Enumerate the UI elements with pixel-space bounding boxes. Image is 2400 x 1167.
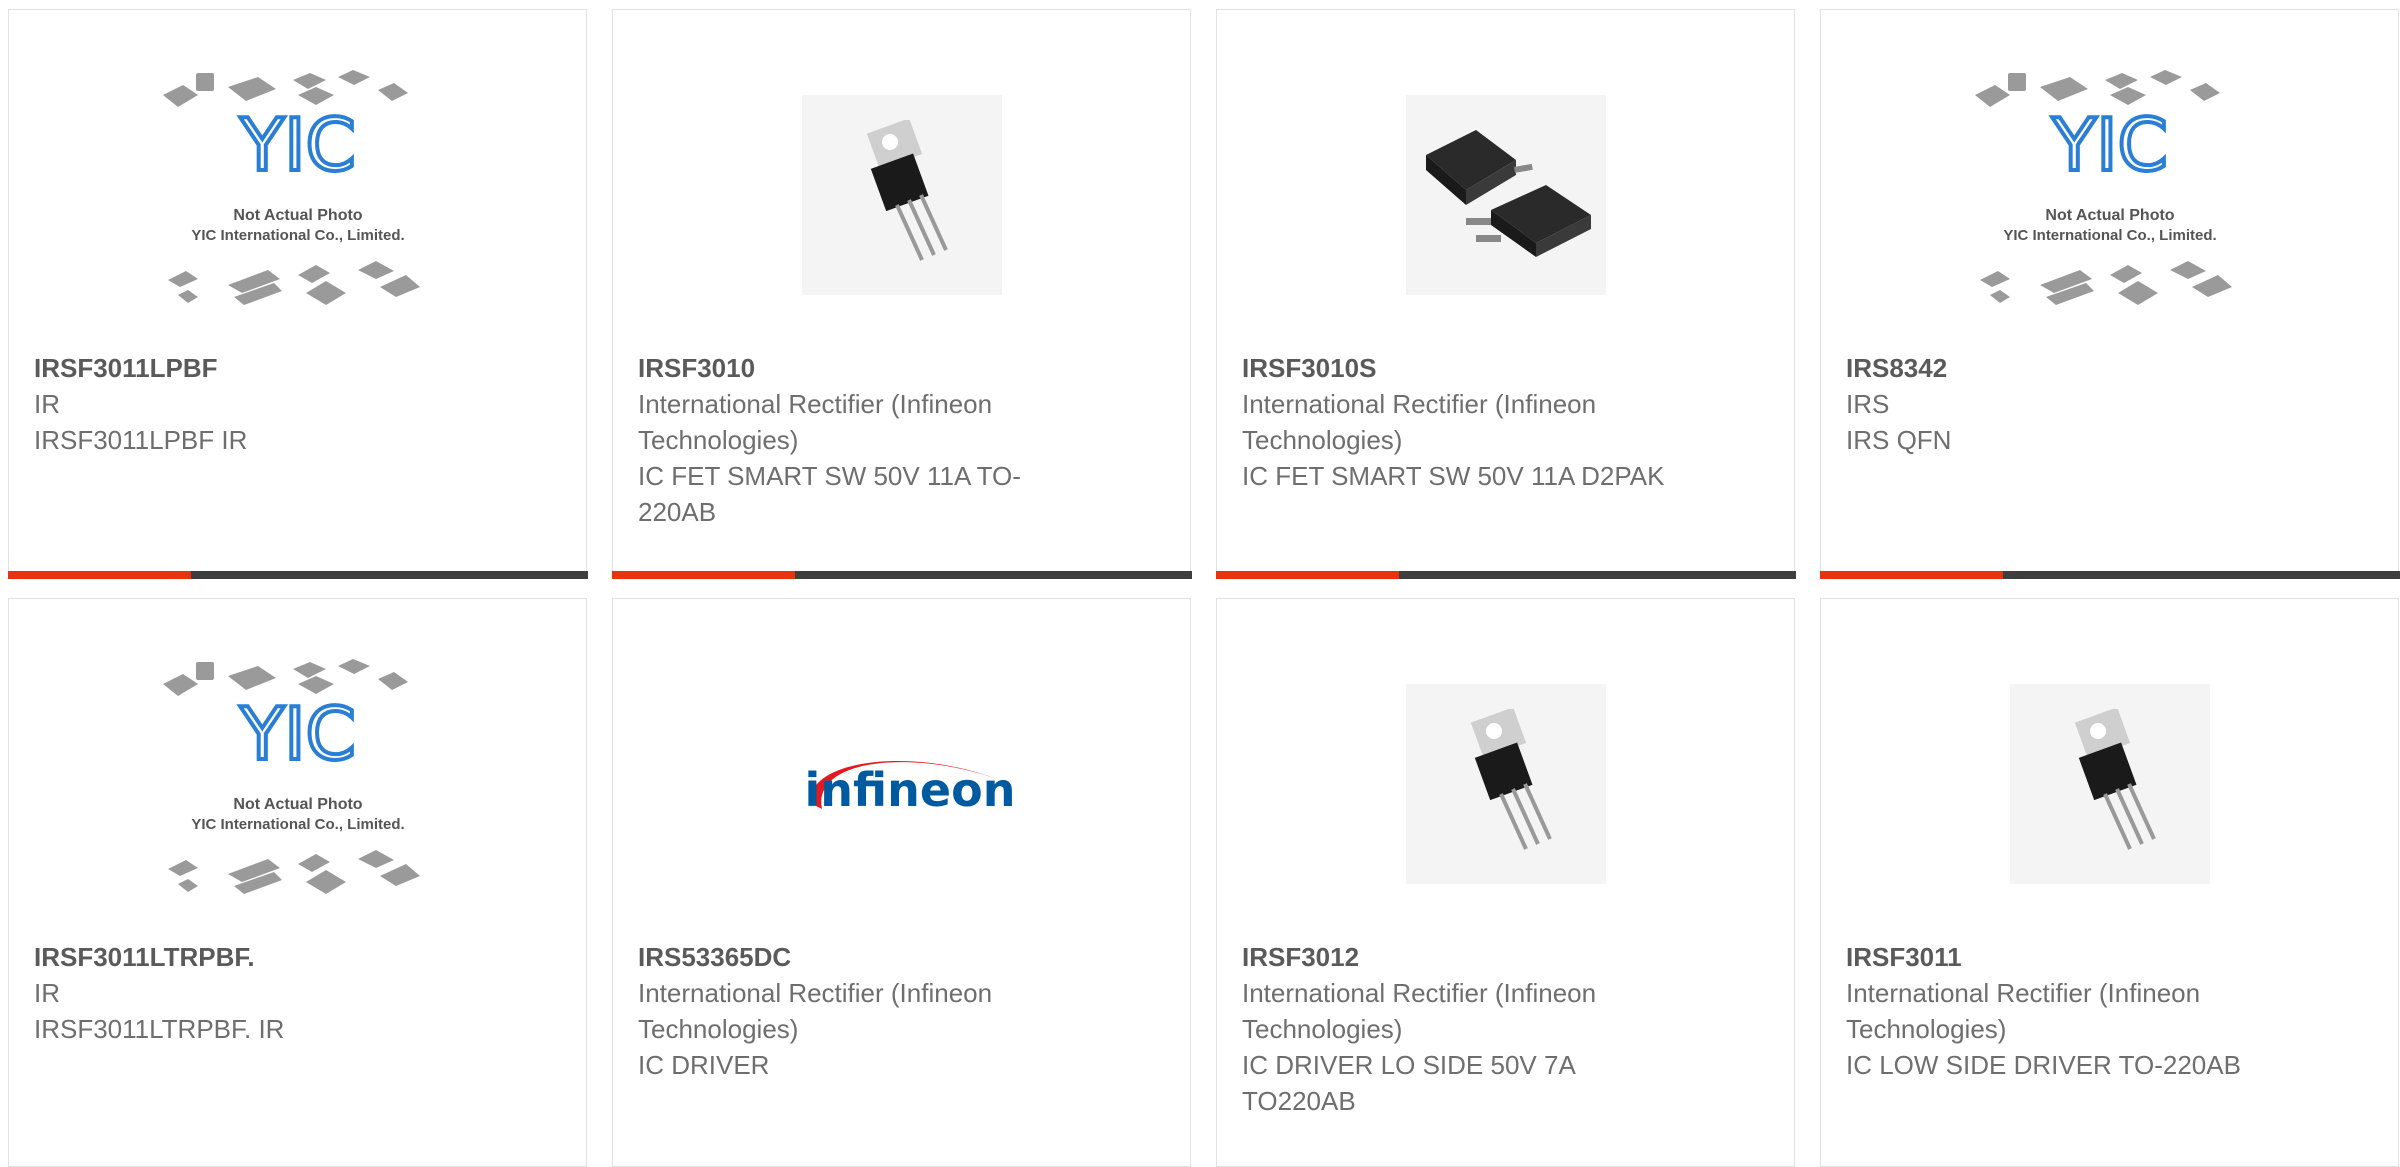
product-image-placeholder[interactable]: YIC Not Actual Photo YIC International C…: [158, 644, 438, 924]
product-info: IRSF3010 International Rectifier (Infine…: [638, 350, 1090, 530]
product-grid: YIC Not Actual Photo YIC International C…: [7, 9, 2400, 1167]
product-title[interactable]: IRSF3010S: [1242, 350, 1694, 386]
product-card[interactable]: YIC Not Actual Photo YIC International C…: [1819, 9, 2400, 579]
product-card[interactable]: YIC Not Actual Photo YIC International C…: [8, 598, 587, 1167]
product-title[interactable]: IRS53365DC: [638, 939, 1090, 975]
product-description: IC FET SMART SW 50V 11A D2PAK: [1242, 461, 1665, 491]
product-card[interactable]: IRSF3011 International Rectifier (Infine…: [1820, 598, 2399, 1167]
card-bottom-bar: [1819, 570, 2400, 579]
transistor-icon: [1470, 709, 1552, 850]
product-manufacturer: International Rectifier (Infineon Techno…: [1846, 978, 2201, 1044]
card-accent-bar: [1215, 570, 1399, 579]
product-info: IRSF3010S International Rectifier (Infin…: [1242, 350, 1694, 494]
svg-text:YIC International Co., Limited: YIC International Co., Limited.: [191, 816, 404, 833]
d2pak-photo: [1405, 95, 1606, 295]
yic-placeholder-image: YIC Not Actual Photo YIC International C…: [1974, 70, 2232, 305]
product-description: IC DRIVER LO SIDE 50V 7A TO220AB: [1242, 1050, 1575, 1116]
product-info: IRS8342 IRS IRS QFN: [1846, 350, 2298, 458]
product-info: IRSF3011 International Rectifier (Infine…: [1846, 939, 2298, 1083]
product-title[interactable]: IRSF3012: [1242, 939, 1694, 975]
d2pak-icon: [1425, 130, 1591, 257]
product-description: IRSF3011LTRPBF. IR: [34, 1014, 285, 1044]
product-title[interactable]: IRSF3011LTRPBF.: [34, 939, 486, 975]
transistor-icon: [866, 120, 948, 261]
product-image[interactable]: [1970, 644, 2250, 924]
product-card[interactable]: IRSF3010 International Rectifier (Infine…: [611, 9, 1192, 579]
product-description: IC DRIVER: [638, 1050, 770, 1080]
product-manufacturer: IR: [34, 978, 60, 1008]
product-image[interactable]: [762, 55, 1042, 335]
product-card[interactable]: IRSF3012 International Rectifier (Infine…: [1216, 598, 1795, 1167]
card-bottom-bar: [1215, 570, 1796, 579]
product-image-placeholder[interactable]: YIC Not Actual Photo YIC International C…: [1970, 55, 2250, 335]
product-description: IRS QFN: [1846, 425, 1952, 455]
product-image-placeholder[interactable]: YIC Not Actual Photo YIC International C…: [158, 55, 438, 335]
to220-photo: [1405, 684, 1606, 884]
svg-text:Not Actual Photo: Not Actual Photo: [2045, 207, 2174, 224]
product-manufacturer: IRS: [1846, 389, 1890, 419]
card-bottom-bar: [7, 570, 588, 579]
card-bottom-bar: [611, 570, 1192, 579]
card-accent-bar: [7, 570, 191, 579]
svg-text:Not Actual Photo: Not Actual Photo: [233, 796, 362, 813]
product-info: IRSF3012 International Rectifier (Infine…: [1242, 939, 1694, 1119]
transistor-icon: [2074, 709, 2156, 850]
product-image[interactable]: [1366, 55, 1646, 335]
product-manufacturer: IR: [34, 389, 60, 419]
product-info: IRSF3011LTRPBF. IR IRSF3011LTRPBF. IR: [34, 939, 486, 1047]
product-image[interactable]: [1366, 644, 1646, 924]
product-manufacturer: International Rectifier (Infineon Techno…: [1242, 978, 1597, 1044]
yic-logo-text: YIC: [239, 103, 356, 187]
product-description: IRSF3011LPBF IR: [34, 425, 248, 455]
to220-photo: [801, 95, 1002, 295]
svg-text:YIC International Co., Limited: YIC International Co., Limited.: [191, 227, 404, 244]
to220-photo: [2009, 684, 2210, 884]
yic-logo-text: YIC: [2051, 103, 2168, 187]
product-description: IC LOW SIDE DRIVER TO-220AB: [1846, 1050, 2241, 1080]
svg-text:Not Actual Photo: Not Actual Photo: [233, 207, 362, 224]
product-image[interactable]: infineon: [762, 644, 1042, 924]
product-card[interactable]: infineon IRS53365DC International Rectif…: [612, 598, 1191, 1167]
yic-placeholder-image: YIC Not Actual Photo YIC International C…: [162, 659, 420, 894]
svg-text:YIC International Co., Limited: YIC International Co., Limited.: [2003, 227, 2216, 244]
product-manufacturer: International Rectifier (Infineon Techno…: [638, 978, 993, 1044]
infineon-logo-text: infineon: [804, 763, 1011, 817]
product-title[interactable]: IRSF3011: [1846, 939, 2298, 975]
infineon-logo-icon: infineon: [804, 760, 1012, 817]
product-info: IRS53365DC International Rectifier (Infi…: [638, 939, 1090, 1083]
yic-placeholder-image: YIC Not Actual Photo YIC International C…: [162, 70, 420, 305]
product-title[interactable]: IRSF3011LPBF: [34, 350, 486, 386]
product-title[interactable]: IRS8342: [1846, 350, 2298, 386]
product-card[interactable]: IRSF3010S International Rectifier (Infin…: [1215, 9, 1796, 579]
card-accent-bar: [1819, 570, 2003, 579]
product-card[interactable]: YIC Not Actual Photo YIC International C…: [7, 9, 588, 579]
yic-logo-text: YIC: [239, 692, 356, 776]
product-manufacturer: International Rectifier (Infineon Techno…: [1242, 389, 1597, 455]
product-manufacturer: International Rectifier (Infineon Techno…: [638, 389, 993, 455]
product-info: IRSF3011LPBF IR IRSF3011LPBF IR: [34, 350, 486, 458]
product-title[interactable]: IRSF3010: [638, 350, 1090, 386]
card-accent-bar: [611, 570, 795, 579]
product-description: IC FET SMART SW 50V 11A TO-220AB: [638, 461, 1021, 527]
